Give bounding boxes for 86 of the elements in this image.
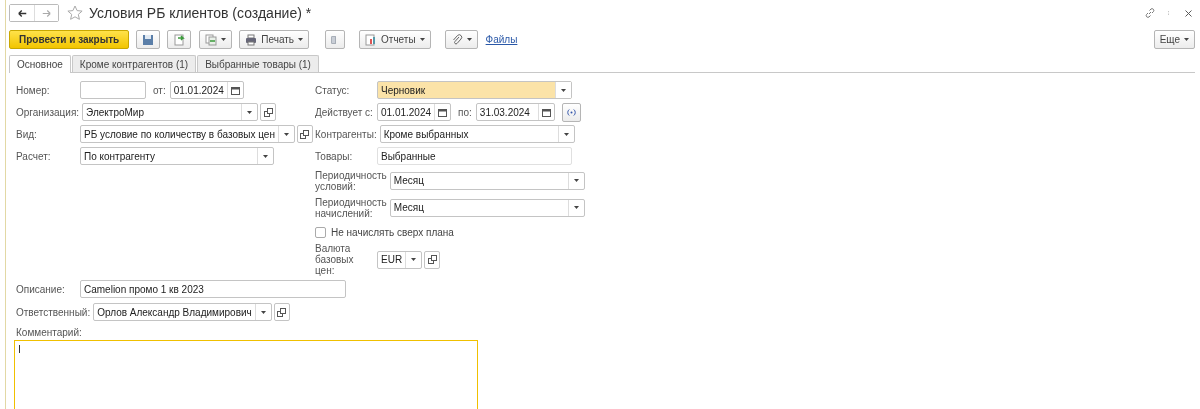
more-button[interactable]: Еще bbox=[1153, 30, 1195, 49]
checkbox-box[interactable] bbox=[315, 226, 326, 238]
date-field[interactable]: 01.01.2024 bbox=[169, 81, 244, 99]
text-field[interactable]: Выбранные bbox=[377, 147, 572, 165]
calendar-icon bbox=[541, 107, 551, 117]
open-icon bbox=[300, 129, 310, 139]
attachment-button[interactable] bbox=[444, 30, 478, 49]
open-button[interactable] bbox=[424, 250, 441, 269]
field-label: Валюта базовых цен: bbox=[315, 243, 355, 276]
description-field[interactable]: Camelion промо 1 кв 2023 bbox=[80, 280, 346, 298]
field-label: Действует с: bbox=[315, 106, 374, 118]
field-label: Номер: bbox=[16, 84, 51, 96]
delete-button[interactable] bbox=[325, 30, 346, 49]
caret-icon bbox=[283, 132, 289, 136]
caret-icon bbox=[221, 38, 227, 41]
open-icon bbox=[277, 307, 287, 317]
date-field[interactable]: 01.01.2024 bbox=[377, 103, 452, 121]
checkbox[interactable]: Не начислять сверх плана bbox=[315, 221, 645, 243]
caret-icon bbox=[263, 154, 268, 158]
broadcast-icon bbox=[565, 107, 577, 117]
link-icon bbox=[1144, 7, 1156, 19]
open-button[interactable] bbox=[296, 125, 313, 143]
field-label: от: bbox=[153, 84, 166, 96]
field-label: Товары: bbox=[315, 150, 354, 162]
dropdown-field[interactable]: Орлов Александр Владимирович bbox=[93, 303, 272, 321]
open-button[interactable] bbox=[273, 303, 290, 321]
forward-arrow-icon bbox=[41, 8, 52, 18]
field-label: Контрагенты: bbox=[315, 128, 378, 140]
period-button[interactable] bbox=[561, 102, 581, 122]
files-link[interactable]: Файлы bbox=[485, 34, 518, 45]
caret-icon bbox=[573, 179, 579, 182]
calendar-icon bbox=[230, 85, 240, 95]
field-label: Вид: bbox=[16, 128, 38, 140]
dropdown-field[interactable]: Кроме выбранных bbox=[379, 125, 575, 143]
dropdown-field[interactable]: Месяц bbox=[389, 198, 585, 217]
dropdown-field[interactable]: Месяц bbox=[389, 171, 585, 190]
field-label: Ответственный: bbox=[16, 306, 92, 318]
post-button[interactable] bbox=[167, 30, 192, 49]
field-label: Организация: bbox=[16, 106, 81, 118]
print-button[interactable]: Печать bbox=[239, 30, 310, 49]
tab[interactable]: Основное bbox=[9, 55, 71, 73]
caret-icon bbox=[298, 38, 304, 41]
open-icon bbox=[263, 107, 273, 117]
field-label: по: bbox=[458, 106, 472, 118]
field-label: Периодичность начислений: bbox=[315, 196, 388, 219]
reports-button[interactable]: Отчеты bbox=[359, 30, 431, 49]
field-label: Описание: bbox=[16, 283, 66, 295]
calendar-button[interactable] bbox=[537, 104, 554, 120]
caret-icon bbox=[563, 132, 569, 136]
date-field[interactable]: 31.03.2024 bbox=[475, 103, 555, 121]
printer-icon bbox=[245, 33, 258, 46]
caret-icon bbox=[411, 258, 417, 261]
dropdown-field[interactable]: По контрагенту bbox=[80, 147, 274, 165]
number-field[interactable] bbox=[80, 81, 146, 99]
calendar-button[interactable] bbox=[226, 82, 243, 98]
caret-icon bbox=[1184, 38, 1189, 41]
post-and-close-button[interactable]: Провести и закрыть bbox=[9, 30, 130, 49]
dropdown-field[interactable]: ЭлектроМир bbox=[82, 103, 259, 121]
field-label: Комментарий: bbox=[16, 327, 83, 338]
tab[interactable]: Кроме контрагентов (1) bbox=[71, 55, 197, 72]
open-button[interactable] bbox=[260, 103, 277, 121]
create-based-on-button[interactable] bbox=[199, 30, 233, 49]
paperclip-icon bbox=[450, 33, 463, 46]
save-button[interactable] bbox=[136, 30, 161, 49]
window-title: Условия РБ клиентов (создание) * bbox=[89, 5, 312, 21]
field-label: Периодичность условий: bbox=[315, 169, 388, 192]
report-chart-icon bbox=[365, 33, 378, 46]
back-arrow-icon bbox=[16, 8, 28, 18]
calendar-icon bbox=[438, 107, 448, 117]
dropdown-button[interactable] bbox=[555, 82, 571, 98]
close-icon bbox=[1184, 8, 1193, 18]
caret-icon bbox=[247, 110, 253, 114]
tab[interactable]: Выбранные товары (1) bbox=[197, 55, 319, 72]
caret-icon bbox=[561, 88, 566, 92]
caret-icon bbox=[466, 38, 472, 41]
status-dropdown[interactable]: Черновик bbox=[377, 81, 572, 99]
caret-icon bbox=[573, 206, 579, 209]
dropdown-field[interactable]: РБ условие по количеству в базовых цен bbox=[80, 125, 295, 143]
star-icon[interactable] bbox=[67, 5, 83, 21]
caret-icon bbox=[260, 310, 266, 314]
field-label: Статус: bbox=[315, 84, 351, 96]
open-icon bbox=[427, 255, 437, 264]
field-label: Расчет: bbox=[16, 150, 52, 162]
dropdown-field[interactable]: EUR bbox=[377, 250, 423, 269]
caret-icon bbox=[419, 38, 425, 41]
checkbox-label: Не начислять сверх плана bbox=[331, 226, 454, 238]
